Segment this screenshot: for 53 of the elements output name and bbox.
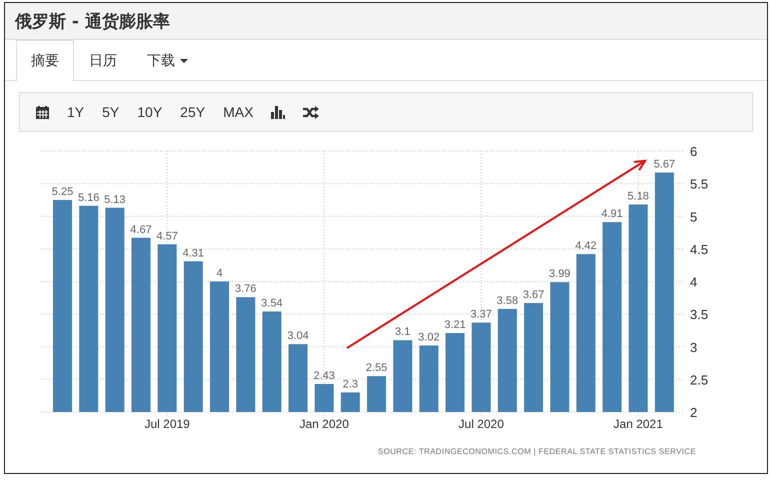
axis-label: Jan 2020 [300,417,349,431]
value-label: 5.67 [654,158,676,171]
value-label: 3.67 [522,289,544,302]
axis-label: Jul 2020 [458,417,504,431]
value-label: 3.37 [470,308,492,321]
bar [340,392,360,412]
axis-label: 3.5 [690,307,708,322]
value-label: 3.04 [287,330,309,342]
axis-label: 4.5 [690,242,708,257]
value-label: 3.54 [261,298,283,310]
axis-label: Jul 2019 [144,417,190,431]
axis-label: 6 [690,144,698,159]
value-label: 3.58 [496,294,518,307]
value-label: 4.91 [601,208,623,220]
value-label: 2.43 [314,370,335,382]
value-label: 3.1 [395,326,410,338]
axis-label: 2.5 [690,372,708,388]
value-label: 2.55 [366,362,388,374]
value-label: 3.76 [234,283,256,296]
range-button[interactable]: 5Y [94,100,128,124]
tab[interactable]: 下载 [132,40,203,81]
value-label: 2.3 [342,378,358,390]
value-label: 3.99 [549,268,570,280]
value-label: 3.21 [444,319,466,332]
tab[interactable]: 日历 [74,40,132,81]
range-button[interactable]: 1Y [59,100,92,124]
value-label: 4.42 [575,240,597,252]
axis-label: Jan 2021 [614,417,663,431]
value-label: 4.67 [130,224,152,236]
value-label: 5.13 [104,194,126,206]
axis-label: 3 [690,340,698,355]
tab[interactable]: 摘要 [16,40,74,81]
axis-label: 5 [690,209,698,224]
value-label: 3.02 [418,331,440,344]
bar [314,384,334,412]
bar [393,340,412,412]
bar [419,345,438,412]
range-button[interactable]: 10Y [129,100,170,124]
range-button[interactable]: 25Y [172,100,214,124]
value-label: 4.57 [156,230,178,242]
window-title: 俄罗斯 - 通货膨胀率 [15,10,170,32]
range-button[interactable]: MAX [215,100,262,124]
value-label: 5.18 [628,190,649,202]
value-label: 4 [216,268,223,280]
bar [288,344,308,412]
axis-label: 4 [690,274,698,290]
bar [367,376,386,412]
value-label: 5.16 [78,192,100,204]
axis-label: 2 [690,405,698,420]
source-note: SOURCE: TRADINGECONOMICS.COM | FEDERAL STATE STATISTICS SERVICE [378,447,696,456]
axis-label: 5.5 [690,176,708,192]
value-label: 5.25 [52,186,74,198]
value-label: 4.31 [182,247,204,260]
